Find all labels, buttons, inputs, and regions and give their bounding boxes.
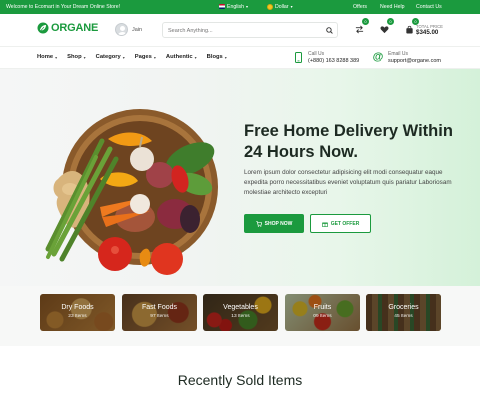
language-label: English bbox=[227, 3, 245, 10]
call-us[interactable]: Call Us (+880) 163 8288 389 bbox=[294, 51, 359, 64]
category-strip: Dry Foods 23 Items Fast Foods 97 Items V… bbox=[0, 286, 480, 346]
nav-item-blogs[interactable]: Blogs ▾ bbox=[207, 54, 227, 60]
cart-icon bbox=[255, 220, 262, 227]
leaf-logo-icon bbox=[37, 22, 49, 34]
user-account[interactable]: Jain bbox=[115, 23, 142, 36]
avatar bbox=[115, 23, 128, 36]
nav-label: Blogs bbox=[206, 54, 223, 60]
category-name: Groceries bbox=[388, 304, 419, 311]
top-bar: Welcome to Ecomart in Your Dream Online … bbox=[0, 0, 480, 14]
section-title: Recently Sold Items bbox=[177, 372, 303, 388]
chevron-down-icon: ▾ bbox=[83, 54, 86, 60]
nav-item-category[interactable]: Category ▾ bbox=[96, 54, 125, 60]
at-icon: @ bbox=[372, 51, 384, 64]
chevron-down-icon: ▾ bbox=[194, 54, 197, 60]
currency-selector[interactable]: Dollar ▾ bbox=[267, 3, 293, 10]
cart-button[interactable]: 0 bbox=[402, 18, 419, 36]
nav-item-authentic[interactable]: Authentic ▾ bbox=[166, 54, 197, 60]
nav-label: Category bbox=[95, 54, 121, 60]
category-card-fast-foods[interactable]: Fast Foods 97 Items bbox=[122, 294, 197, 331]
coin-icon bbox=[267, 3, 273, 10]
need-help-link[interactable]: Need Help bbox=[380, 4, 405, 10]
category-name: Dry Foods bbox=[61, 304, 94, 311]
shop-now-label: SHOP NOW bbox=[264, 220, 293, 227]
wishlist-button[interactable]: 0 bbox=[377, 18, 394, 36]
total-price-value: $345.00 bbox=[416, 29, 439, 37]
nav-item-pages[interactable]: Pages ▾ bbox=[135, 54, 156, 60]
shop-now-button[interactable]: SHOP NOW bbox=[244, 214, 304, 233]
chevron-down-icon: ▾ bbox=[290, 4, 293, 9]
search-box bbox=[162, 22, 338, 38]
category-name: Fast Foods bbox=[141, 304, 177, 311]
language-selector[interactable]: English ▾ bbox=[219, 4, 248, 10]
category-count: 13 Items bbox=[231, 314, 250, 319]
nav-label: Home bbox=[37, 54, 54, 60]
vegetable-basket-image bbox=[45, 109, 218, 275]
nav-label: Pages bbox=[134, 54, 152, 60]
search-icon bbox=[326, 26, 333, 34]
hero-title: Free Home Delivery Within 24 Hours Now. bbox=[244, 122, 453, 161]
nav-label: Authentic bbox=[165, 54, 193, 60]
get-offer-label: GET OFFER bbox=[330, 220, 360, 227]
category-name: Fruits bbox=[313, 304, 332, 311]
search-button[interactable] bbox=[323, 24, 336, 36]
category-card-dry-foods[interactable]: Dry Foods 23 Items bbox=[40, 294, 115, 331]
cart-total[interactable]: TOTAL PRICE $345.00 bbox=[416, 24, 443, 36]
category-card-groceries[interactable]: Groceries 45 Items bbox=[366, 294, 441, 331]
compare-icon bbox=[355, 25, 363, 33]
hero-banner: Free Home Delivery Within 24 Hours Now. … bbox=[0, 69, 480, 286]
offers-link[interactable]: Offers bbox=[353, 4, 367, 10]
category-count: 09 Items bbox=[313, 314, 332, 319]
category-count: 45 Items bbox=[394, 314, 413, 319]
chevron-down-icon: ▾ bbox=[55, 54, 58, 60]
shopping-bag-icon bbox=[405, 25, 413, 34]
gift-icon bbox=[321, 222, 328, 227]
chevron-down-icon: ▾ bbox=[246, 4, 249, 9]
email-address: support@organe.com bbox=[388, 57, 441, 64]
wishlist-count-badge: 0 bbox=[387, 18, 394, 25]
category-count: 23 Items bbox=[68, 314, 87, 319]
phone-number: (+880) 163 8288 389 bbox=[308, 57, 360, 64]
chevron-down-icon: ▾ bbox=[153, 54, 156, 60]
category-card-vegetables[interactable]: Vegetables 13 Items bbox=[203, 294, 278, 331]
heart-icon bbox=[380, 25, 388, 33]
compare-button[interactable]: 0 bbox=[352, 18, 369, 36]
main-navigation: Home ▾ Shop ▾ Category ▾ Pages ▾ Authentic ▾ … bbox=[0, 46, 480, 69]
header: ORGANE Jain 0 0 bbox=[0, 14, 480, 46]
nav-label: Shop bbox=[67, 54, 82, 60]
user-name: Jain bbox=[132, 26, 143, 33]
hero-description: Lorem ipsum dolor consectetur adipisicin… bbox=[244, 169, 452, 196]
search-input[interactable] bbox=[168, 26, 318, 35]
email-us[interactable]: @ Email Us support@organe.com bbox=[373, 51, 441, 64]
welcome-text: Welcome to Ecomart in Your Dream Online … bbox=[6, 4, 121, 10]
get-offer-button[interactable]: GET OFFER bbox=[310, 214, 371, 233]
currency-label: Dollar bbox=[275, 3, 289, 10]
chevron-down-icon: ▾ bbox=[224, 54, 227, 60]
logo[interactable]: ORGANE bbox=[37, 22, 98, 34]
flag-icon bbox=[219, 4, 225, 9]
chevron-down-icon: ▾ bbox=[122, 54, 125, 60]
nav-item-shop[interactable]: Shop ▾ bbox=[67, 54, 86, 60]
category-card-fruits[interactable]: Fruits 09 Items bbox=[285, 294, 360, 331]
category-count: 97 Items bbox=[150, 314, 169, 319]
compare-count-badge: 0 bbox=[362, 18, 369, 25]
nav-item-home[interactable]: Home ▾ bbox=[37, 54, 57, 60]
phone-icon bbox=[294, 51, 303, 63]
category-name: Vegetables bbox=[223, 304, 258, 311]
contact-us-link[interactable]: Contact Us bbox=[416, 4, 442, 10]
logo-text: ORGANE bbox=[51, 22, 99, 34]
